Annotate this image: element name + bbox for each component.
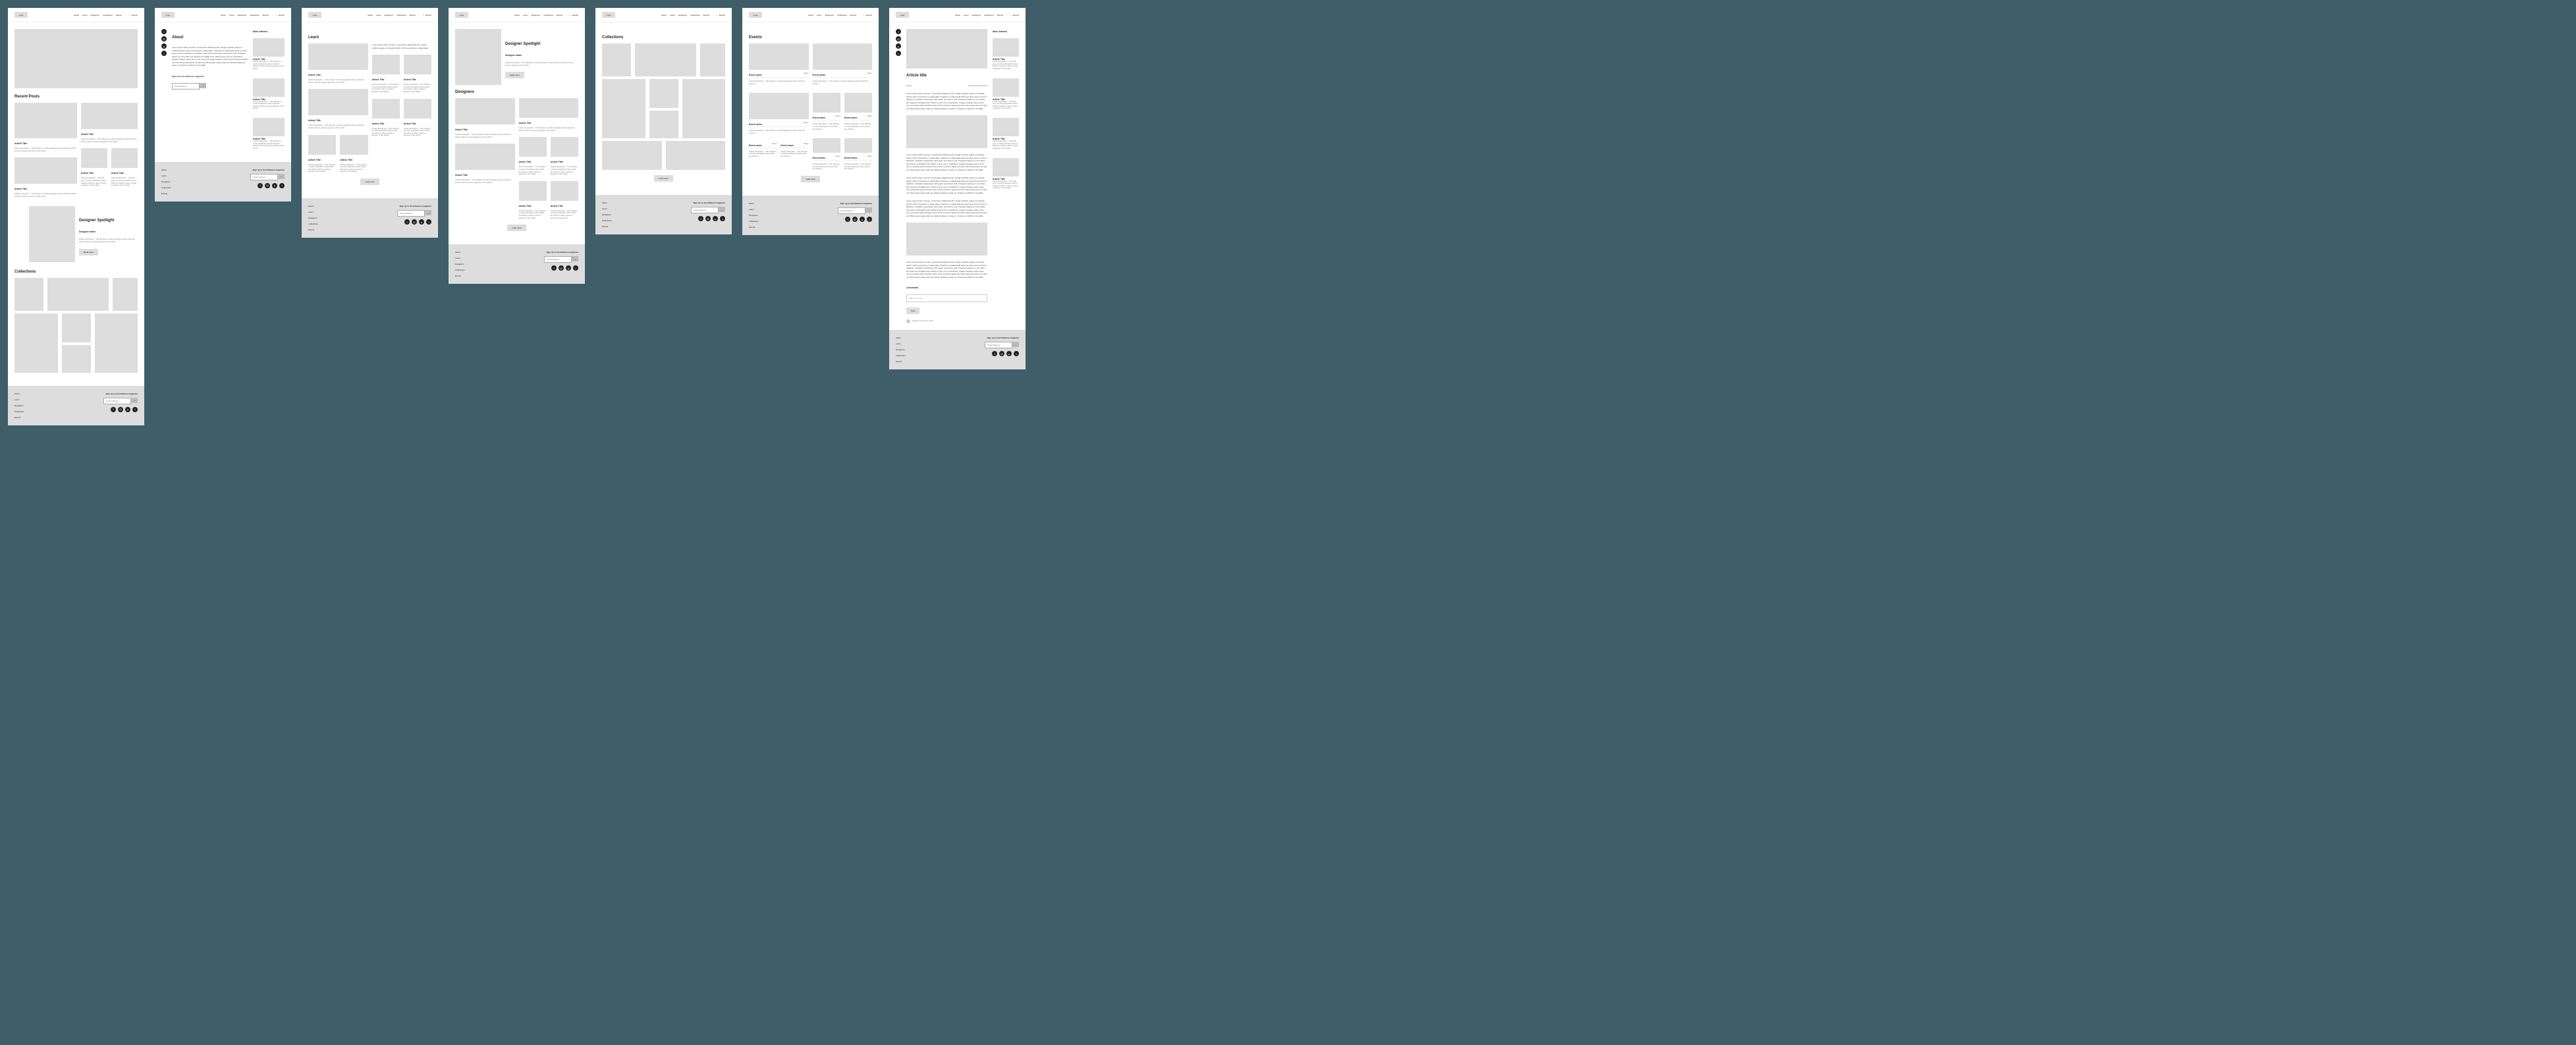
read-more-button[interactable]: Read more: [79, 249, 98, 255]
designers-heading: Designers: [455, 90, 578, 94]
collection-image[interactable]: [95, 313, 138, 373]
page-collections: Logo About Learn Designers Collections E…: [595, 8, 732, 234]
hero-image: [14, 29, 138, 88]
instagram-icon[interactable]: ◎: [161, 36, 167, 41]
author: Author: [906, 84, 912, 87]
load-more-button[interactable]: Load more: [507, 225, 526, 231]
twitter-icon[interactable]: t: [161, 51, 167, 56]
header: Logo About Learn Designers Collections E…: [155, 8, 291, 22]
nav-designers[interactable]: Designers: [91, 14, 100, 16]
submit-button[interactable]: →: [131, 398, 138, 403]
more-articles-heading: More Articles: [253, 30, 285, 33]
post-desc: Article description – This will give a s…: [14, 147, 77, 152]
page-designers: Logo About Learn Designers Collections E…: [449, 8, 585, 284]
pinterest-icon[interactable]: p: [896, 43, 901, 49]
commenter: Sample commenter name: [912, 320, 933, 323]
logo[interactable]: Logo: [161, 12, 175, 18]
submit-button[interactable]: →: [200, 83, 206, 88]
nav-collections[interactable]: Collections: [103, 14, 113, 16]
instagram-icon[interactable]: ◎: [896, 36, 901, 41]
facebook-icon[interactable]: f: [161, 29, 167, 34]
search-icon: ⌕: [276, 14, 277, 16]
email-input[interactable]: [103, 398, 131, 404]
collections-heading: Collections: [14, 270, 138, 274]
load-more-button[interactable]: Load more: [360, 178, 379, 185]
post-image[interactable]: [81, 103, 138, 129]
page-home: Logo About Learn Designers Collections E…: [8, 8, 144, 425]
post-desc: Article description – This will give a s…: [81, 138, 138, 143]
recent-posts-heading: Recent Posts: [14, 95, 138, 99]
spotlight-image: [455, 29, 501, 85]
date-published: Date article published: [968, 84, 987, 87]
nav-events[interactable]: Events: [116, 14, 122, 16]
footer: About Learn Designers Collections Events…: [8, 386, 144, 425]
logo[interactable]: Logo: [14, 12, 28, 18]
collection-image[interactable]: [62, 345, 91, 373]
spotlight-image: [29, 206, 75, 262]
post-desc: Article description – This will give a s…: [14, 193, 77, 198]
read-more-button[interactable]: Read more: [505, 72, 524, 78]
post-title[interactable]: Article Title: [81, 133, 138, 136]
footer-collections[interactable]: Collections: [14, 410, 24, 413]
avatar: [906, 319, 910, 323]
post-image[interactable]: [81, 148, 107, 168]
article-hero: [906, 29, 987, 68]
about-heading: About: [172, 36, 248, 40]
more-articles-heading: More Articles: [993, 30, 1019, 33]
signup-label: Sign up to the Influence magazine: [105, 392, 138, 395]
post-image[interactable]: [111, 148, 138, 168]
collection-image[interactable]: [62, 313, 91, 342]
collection-image[interactable]: [47, 278, 109, 311]
search-icon: ⌕: [129, 14, 130, 16]
about-body: Lorem ipsum dolor sit amet, consectetur …: [172, 46, 248, 67]
footer-events[interactable]: Events: [14, 416, 24, 419]
learn-heading: Learn: [308, 36, 431, 40]
footer-about[interactable]: About: [14, 392, 24, 395]
footer-learn[interactable]: Learn: [14, 398, 24, 401]
page-events: Logo About Learn Designers Collections E…: [742, 8, 879, 235]
footer-designers[interactable]: Designers: [14, 404, 24, 407]
post-image[interactable]: [14, 157, 77, 184]
collections-heading: Collections: [602, 36, 725, 40]
side-socials: f ◎ p t: [161, 29, 167, 155]
article-title: Article title: [906, 74, 987, 78]
post-title[interactable]: Article Title: [14, 142, 77, 145]
page-about: Logo About Learn Designers Collections E…: [155, 8, 291, 201]
facebook-icon[interactable]: f: [111, 407, 116, 412]
spotlight-heading: Designer Spotlight: [79, 219, 138, 223]
designer-name: Designer name: [79, 230, 138, 233]
collection-image[interactable]: [113, 278, 138, 311]
pinterest-icon[interactable]: p: [161, 43, 167, 49]
collection-image[interactable]: [14, 313, 58, 373]
facebook-icon[interactable]: f: [896, 29, 901, 34]
load-more-button[interactable]: Load more: [654, 175, 672, 182]
twitter-icon[interactable]: t: [132, 407, 138, 412]
load-more-button[interactable]: Load more: [801, 176, 819, 182]
page-learn: Logo About Learn Designers Collections E…: [302, 8, 438, 238]
search[interactable]: ⌕Search: [129, 14, 138, 16]
post-image[interactable]: [14, 103, 77, 138]
nav-learn[interactable]: Learn: [82, 14, 88, 16]
article-body: Lorem ipsum dolor sit amet, consectetur …: [906, 92, 987, 110]
email-input[interactable]: [172, 83, 200, 90]
pinterest-icon[interactable]: p: [125, 407, 130, 412]
post-button[interactable]: Post: [906, 308, 919, 314]
nav-about[interactable]: About: [74, 14, 79, 16]
spotlight-heading: Designer Spotlight: [505, 42, 578, 46]
instagram-icon[interactable]: ◎: [118, 407, 123, 412]
header: Logo About Learn Designers Collections E…: [8, 8, 144, 22]
nav: About Learn Designers Collections Events…: [74, 14, 138, 16]
page-article: Logo About Learn Designers Collections E…: [889, 8, 1026, 369]
comments-heading: Comments: [906, 286, 987, 289]
spotlight-desc: Article description – This will give a s…: [79, 238, 138, 243]
signup-label: Sign up to the Influence magazine: [172, 75, 248, 78]
events-heading: Events: [749, 36, 872, 40]
twitter-icon[interactable]: t: [896, 51, 901, 56]
comment-input[interactable]: Add a comment: [906, 294, 987, 302]
collection-image[interactable]: [14, 278, 43, 311]
post-title[interactable]: Article Title: [14, 188, 77, 190]
